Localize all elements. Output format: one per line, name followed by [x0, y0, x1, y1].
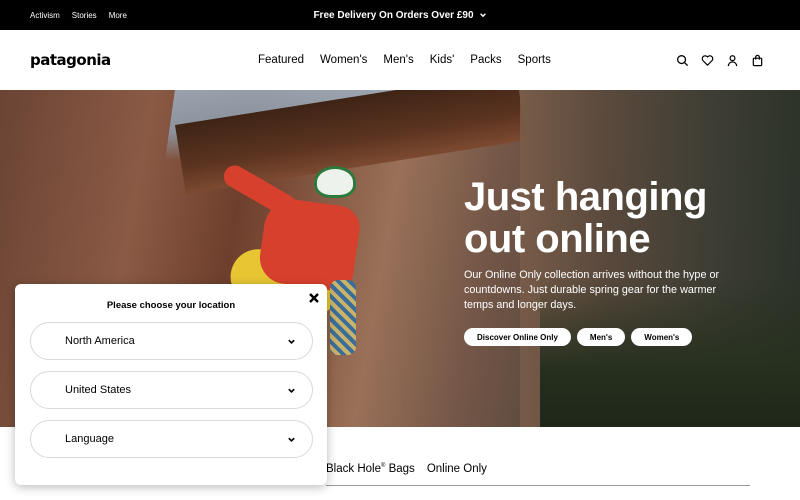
chevron-down-icon [479, 13, 486, 18]
tabs-divider [326, 485, 750, 486]
discover-online-only-button[interactable]: Discover Online Only [464, 328, 571, 346]
patagonia-logo[interactable]: patagonia [30, 51, 111, 69]
nav-mens[interactable]: Men's [383, 54, 413, 66]
account-icon[interactable] [726, 54, 739, 67]
nav-womens[interactable]: Women's [320, 54, 367, 66]
header-icons [676, 30, 764, 90]
hero-title-line-2: out online [464, 217, 651, 261]
hero-photo-climbing-gear [330, 280, 356, 355]
category-tabs: Black Hole® Bags Online Only [326, 463, 487, 475]
heart-icon[interactable] [701, 54, 714, 67]
womens-button[interactable]: Women's [631, 328, 693, 346]
close-icon[interactable] [307, 291, 321, 305]
location-modal-title: Please choose your location [106, 300, 236, 311]
nav-kids[interactable]: Kids' [430, 54, 455, 66]
language-select-value: Language [65, 433, 114, 445]
bag-icon[interactable] [751, 54, 764, 67]
tab-black-hole-label: Black Hole [326, 463, 381, 475]
hero-photo-climber-helmet [314, 166, 356, 198]
chevron-down-icon [288, 339, 295, 344]
search-icon[interactable] [676, 54, 689, 67]
tab-black-hole-bags[interactable]: Black Hole® Bags [326, 463, 415, 475]
site-header: patagonia Featured Women's Men's Kids' P… [0, 30, 800, 90]
promo-banner[interactable]: Free Delivery On Orders Over £90 [0, 0, 800, 30]
mens-button[interactable]: Men's [576, 328, 626, 346]
hero-photo-climber-jacket [256, 195, 363, 294]
promo-text: Free Delivery On Orders Over £90 [313, 9, 474, 21]
hero-title: Just hanging out online [464, 176, 764, 260]
region-select-value: North America [65, 335, 135, 347]
region-select[interactable]: North America [30, 322, 313, 360]
top-utility-bar: Activism Stories More Free Delivery On O… [0, 0, 800, 30]
nav-packs[interactable]: Packs [470, 54, 501, 66]
tab-online-only[interactable]: Online Only [427, 463, 487, 475]
country-select[interactable]: United States [30, 371, 313, 409]
hero-title-line-1: Just hanging [464, 175, 707, 219]
chevron-down-icon [288, 437, 295, 442]
country-select-value: United States [65, 384, 132, 396]
nav-sports[interactable]: Sports [518, 54, 551, 66]
hero-cta-group: Discover Online Only Men's Women's [464, 328, 764, 346]
hero-copy: Just hanging out online Our Online Only … [464, 176, 764, 346]
nav-featured[interactable]: Featured [258, 54, 304, 66]
tab-bags-label: Bags [385, 463, 415, 475]
main-nav: Featured Women's Men's Kids' Packs Sport… [258, 30, 551, 90]
hero-body-text: Our Online Only collection arrives witho… [464, 269, 720, 311]
location-modal: Please choose your location North Americ… [15, 284, 327, 485]
chevron-down-icon [288, 388, 295, 393]
language-select[interactable]: Language [30, 420, 313, 458]
